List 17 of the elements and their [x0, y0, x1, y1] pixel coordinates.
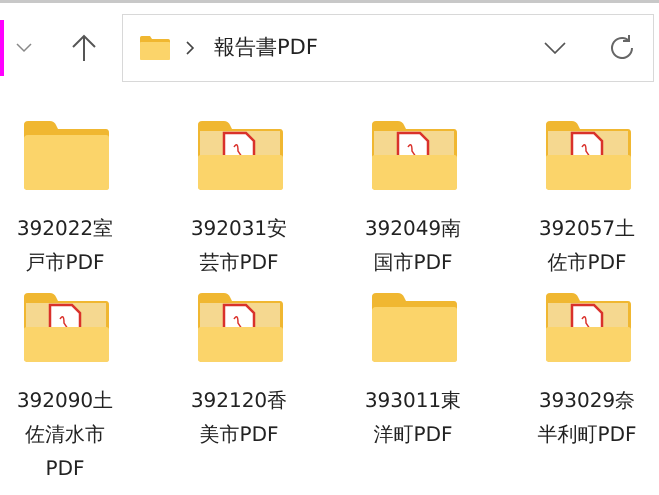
- path-segment[interactable]: 報告書PDF: [214, 32, 318, 64]
- chevron-right-icon: [186, 41, 194, 55]
- folder-name[interactable]: 392120香美市PDF: [184, 383, 294, 451]
- folder-name[interactable]: 392057土佐市PDF: [532, 211, 642, 279]
- folder-name[interactable]: 392022室戸市PDF: [10, 211, 120, 279]
- chevron-down-icon[interactable]: [544, 42, 566, 54]
- selection-marker: [0, 20, 4, 76]
- folder-icon: [140, 36, 170, 60]
- folder-name[interactable]: 392049南国市PDF: [358, 211, 468, 279]
- refresh-icon[interactable]: [608, 34, 636, 62]
- folder-name[interactable]: 393011東洋町PDF: [358, 383, 468, 451]
- folder-name[interactable]: 393029奈半利町PDF: [532, 383, 642, 451]
- chevron-down-icon: [16, 43, 32, 53]
- folder-name[interactable]: 392090土佐清水市PDF: [10, 383, 120, 485]
- address-bar[interactable]: 報告書PDF: [122, 14, 654, 82]
- folder-name[interactable]: 392031安芸市PDF: [184, 211, 294, 279]
- up-arrow-icon: [71, 34, 97, 62]
